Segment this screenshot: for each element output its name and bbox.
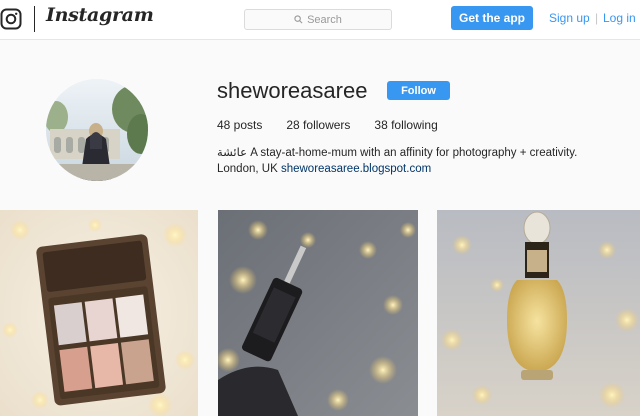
instagram-wordmark-logo[interactable]: Instagram bbox=[46, 4, 154, 26]
profile-stats: 48 posts 28 followers 38 following bbox=[217, 118, 462, 132]
post-thumbnail-2[interactable] bbox=[218, 210, 418, 416]
link-separator: | bbox=[595, 11, 599, 25]
post-image-palette bbox=[0, 210, 198, 416]
posts-count: 48 posts bbox=[217, 118, 263, 132]
avatar-photo bbox=[46, 79, 148, 181]
post-image-dropper bbox=[218, 210, 418, 416]
bio-text: عائشة A stay-at-home-mum with an affinit… bbox=[217, 147, 578, 159]
get-the-app-button[interactable]: Get the app bbox=[451, 6, 533, 30]
post-image-perfume bbox=[437, 210, 640, 416]
bio-location: London, UK bbox=[217, 163, 278, 175]
bio-website-link[interactable]: sheworeasaree.blogspot.com bbox=[281, 163, 431, 175]
instagram-glyph-icon[interactable] bbox=[0, 8, 22, 30]
top-nav: Instagram Search Get the app Sign up | L… bbox=[0, 0, 640, 40]
nav-divider bbox=[34, 6, 35, 32]
search-placeholder: Search bbox=[307, 13, 342, 26]
post-thumbnail-3[interactable] bbox=[437, 210, 640, 416]
search-input[interactable]: Search bbox=[244, 9, 392, 30]
profile-avatar[interactable] bbox=[46, 79, 148, 181]
search-icon bbox=[294, 15, 303, 24]
bio-second-line: London, UK sheworeasaree.blogspot.com bbox=[217, 163, 431, 175]
log-in-link[interactable]: Log in bbox=[603, 11, 636, 25]
followers-count[interactable]: 28 followers bbox=[286, 118, 350, 132]
sign-up-link[interactable]: Sign up bbox=[549, 11, 590, 25]
following-count[interactable]: 38 following bbox=[374, 118, 437, 132]
post-thumbnail-1[interactable] bbox=[0, 210, 198, 416]
profile-username: sheworeasaree bbox=[217, 78, 368, 103]
follow-button[interactable]: Follow bbox=[387, 81, 450, 100]
